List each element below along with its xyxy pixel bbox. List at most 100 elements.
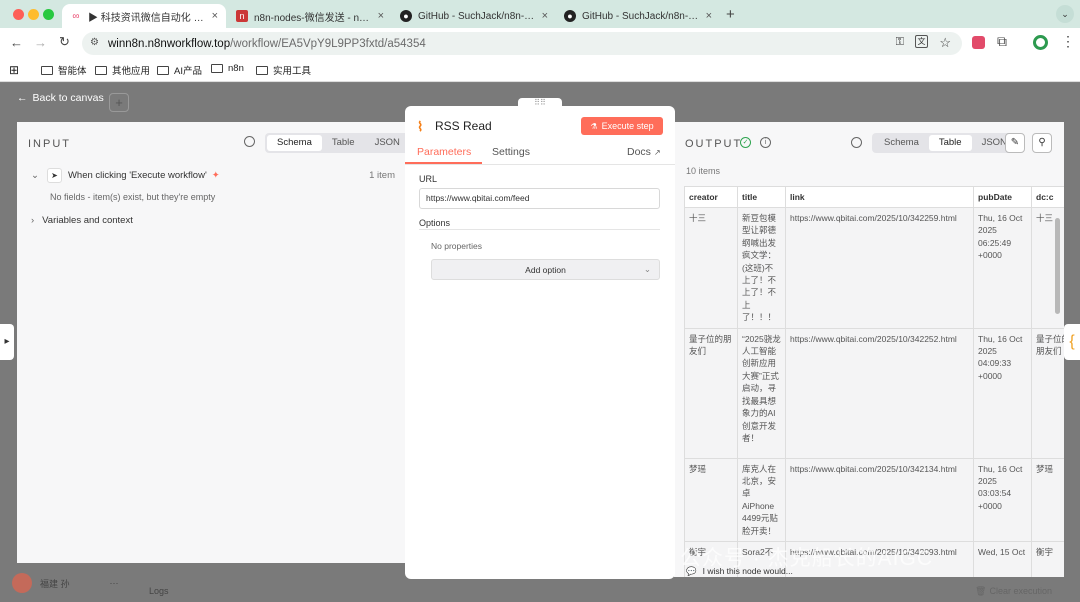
back-to-canvas-link[interactable]: ← Back to canvas	[17, 92, 104, 104]
browser-tab-github-1[interactable]: ● GitHub - SuchJack/n8n-node ×	[392, 4, 556, 28]
bookmark-star-icon[interactable]: ☆	[939, 35, 951, 51]
extension-icon[interactable]	[972, 36, 985, 49]
cell-pubdate: Thu, 16 Oct 2025 03:03:54 +0000	[973, 457, 1032, 543]
execute-step-button[interactable]: ⚗ Execute step	[581, 117, 663, 135]
logs-bar: Logs 🗑 Clear execution	[140, 580, 1060, 602]
chevron-down-icon: ⌄	[643, 264, 651, 274]
cell-link: https://www.qbitai.com/2025/10/342134.ht…	[785, 457, 974, 543]
output-tab-table[interactable]: Table	[928, 135, 972, 151]
edit-output-button[interactable]: ✎	[1005, 133, 1025, 153]
maximize-window-button[interactable]	[43, 9, 54, 20]
output-scrollbar[interactable]	[1055, 218, 1060, 314]
url-input[interactable]: https://www.qbitai.com/feed	[419, 188, 660, 209]
folder-icon	[95, 65, 107, 75]
cell-creator: 十三	[684, 207, 738, 329]
cell-dc-creator: 量子位的朋友们	[1031, 327, 1064, 459]
cell-pubdate: Thu, 16 Oct 2025 04:09:33 +0000	[973, 327, 1032, 459]
site-settings-icon[interactable]: ⚙	[90, 37, 99, 48]
clear-execution-label: Clear execution	[989, 586, 1052, 596]
chevron-right-icon: ›	[31, 215, 35, 226]
table-row: 梦瑶 库克人在北京，安卓AiPhone 4499元贴脸开卖！ https://w…	[684, 457, 1064, 543]
n8n-logo-icon: ∞	[72, 10, 80, 22]
chevron-down-icon: ⌄	[31, 170, 39, 181]
minimize-window-button[interactable]	[28, 9, 39, 20]
tab-search-icon[interactable]: ⌄	[1056, 5, 1074, 23]
extensions-puzzle-icon[interactable]: ⧉	[997, 33, 1007, 50]
address-bar[interactable]: ⚙ winn8n.n8nworkflow.top/workflow/EA5VpY…	[82, 32, 962, 55]
forward-arrow-icon[interactable]: →	[34, 35, 47, 50]
close-tab-icon[interactable]: ×	[706, 10, 712, 22]
bookmark-folder[interactable]: 智能体	[41, 63, 87, 77]
browser-tab-n8n-workflow[interactable]: ∞ ▶ 科技资讯微信自动化 - n8n ×	[62, 4, 226, 28]
translate-icon[interactable]: 文	[915, 35, 928, 48]
add-option-dropdown[interactable]: Add option ⌄	[431, 259, 660, 280]
options-divider	[419, 229, 660, 230]
node-title[interactable]: RSS Read	[435, 119, 492, 133]
output-panel-title: OUTPUT	[685, 138, 743, 150]
more-dots-icon[interactable]: ···	[110, 578, 119, 588]
bookmark-folder[interactable]: 其他应用	[95, 63, 150, 77]
docs-label: Docs	[627, 146, 651, 158]
folder-icon	[41, 65, 53, 75]
no-properties-text: No properties	[431, 241, 483, 251]
info-icon[interactable]: i	[760, 137, 771, 148]
table-row: 十三 新豆包模型让郭德纲喊出发疯文学：(这班)不上了！不上了！不上了！！！ ht…	[684, 207, 1064, 329]
search-icon[interactable]	[244, 136, 255, 147]
close-tab-icon[interactable]: ×	[212, 10, 218, 22]
search-icon[interactable]	[851, 137, 862, 148]
clear-execution-button[interactable]: 🗑 Clear execution	[975, 586, 1052, 597]
browser-tab-npm[interactable]: n n8n-nodes-微信发送 - npm ×	[228, 4, 392, 28]
close-tab-icon[interactable]: ×	[378, 10, 384, 22]
back-arrow-icon[interactable]: ←	[10, 35, 23, 50]
bookmark-folder[interactable]: 实用工具	[256, 63, 311, 77]
column-header-link[interactable]: link	[785, 186, 974, 208]
table-row: 量子位的朋友们 “2025骁龙人工智能创新应用大赛”正式启动，寻找最具想象力的A…	[684, 327, 1064, 459]
apps-grid-icon[interactable]: ⊞	[9, 63, 19, 77]
pin-data-button[interactable]: ⚲	[1032, 133, 1052, 153]
docs-link[interactable]: Docs ↗	[627, 146, 661, 158]
password-key-icon[interactable]: ⚿	[896, 36, 904, 49]
column-header-dc-creator[interactable]: dc:c	[1031, 186, 1064, 208]
flask-icon: ⚗	[590, 121, 598, 131]
canvas-left-edge-tab[interactable]: ▸	[0, 324, 14, 360]
add-option-label: Add option	[525, 264, 566, 275]
bookmark-folder[interactable]: n8n	[211, 63, 244, 74]
output-view-toggle: Schema Table JSON	[872, 133, 1019, 153]
browser-tab-github-2[interactable]: ● GitHub - SuchJack/n8n-node ×	[556, 4, 720, 28]
tabs-divider	[405, 164, 675, 165]
output-tab-schema[interactable]: Schema	[874, 135, 929, 151]
column-header-pubdate[interactable]: pubDate	[973, 186, 1032, 208]
tab-parameters[interactable]: Parameters	[417, 146, 471, 158]
options-label: Options	[419, 218, 451, 228]
canvas-right-edge-tab[interactable]: {	[1064, 324, 1080, 360]
arrow-left-icon: ←	[17, 92, 28, 104]
input-tab-table[interactable]: Table	[322, 135, 365, 151]
folder-icon	[256, 65, 268, 75]
bookmark-label: 实用工具	[273, 66, 312, 77]
column-header-title[interactable]: title	[737, 186, 786, 208]
user-footer[interactable]: 福建 孙 ···	[12, 573, 119, 593]
canvas-add-button[interactable]: +	[109, 93, 129, 112]
close-window-button[interactable]	[13, 9, 24, 20]
trigger-node-label: When clicking 'Execute workflow'	[67, 170, 207, 181]
input-tab-schema[interactable]: Schema	[267, 135, 322, 151]
github-logo-icon: ●	[564, 10, 576, 22]
bookmark-folder[interactable]: AI产品	[157, 63, 202, 77]
bookmark-label: 智能体	[58, 66, 87, 77]
rss-icon: ⌇	[417, 119, 424, 134]
tab-settings[interactable]: Settings	[492, 146, 530, 158]
cell-creator: 梦瑶	[684, 457, 738, 543]
tab-title: GitHub - SuchJack/n8n-node	[418, 10, 536, 22]
trigger-node-row[interactable]: ⌄ ➤ When clicking 'Execute workflow' ✦ 1…	[31, 168, 395, 183]
variables-context-row[interactable]: › Variables and context	[31, 215, 133, 226]
profile-avatar-icon[interactable]	[1033, 35, 1048, 50]
table-header-row: creator title link pubDate dc:c	[684, 186, 1064, 208]
cell-link: https://www.qbitai.com/2025/10/342259.ht…	[785, 207, 974, 329]
close-tab-icon[interactable]: ×	[542, 10, 548, 22]
input-tab-json[interactable]: JSON	[365, 135, 410, 151]
browser-menu-icon[interactable]: ⋮	[1061, 33, 1075, 50]
column-header-creator[interactable]: creator	[684, 186, 738, 208]
input-panel: INPUT Schema Table JSON ⌄ ➤ When clickin…	[17, 122, 412, 563]
reload-icon[interactable]: ↻	[59, 34, 70, 50]
new-tab-button[interactable]: +	[726, 6, 735, 23]
